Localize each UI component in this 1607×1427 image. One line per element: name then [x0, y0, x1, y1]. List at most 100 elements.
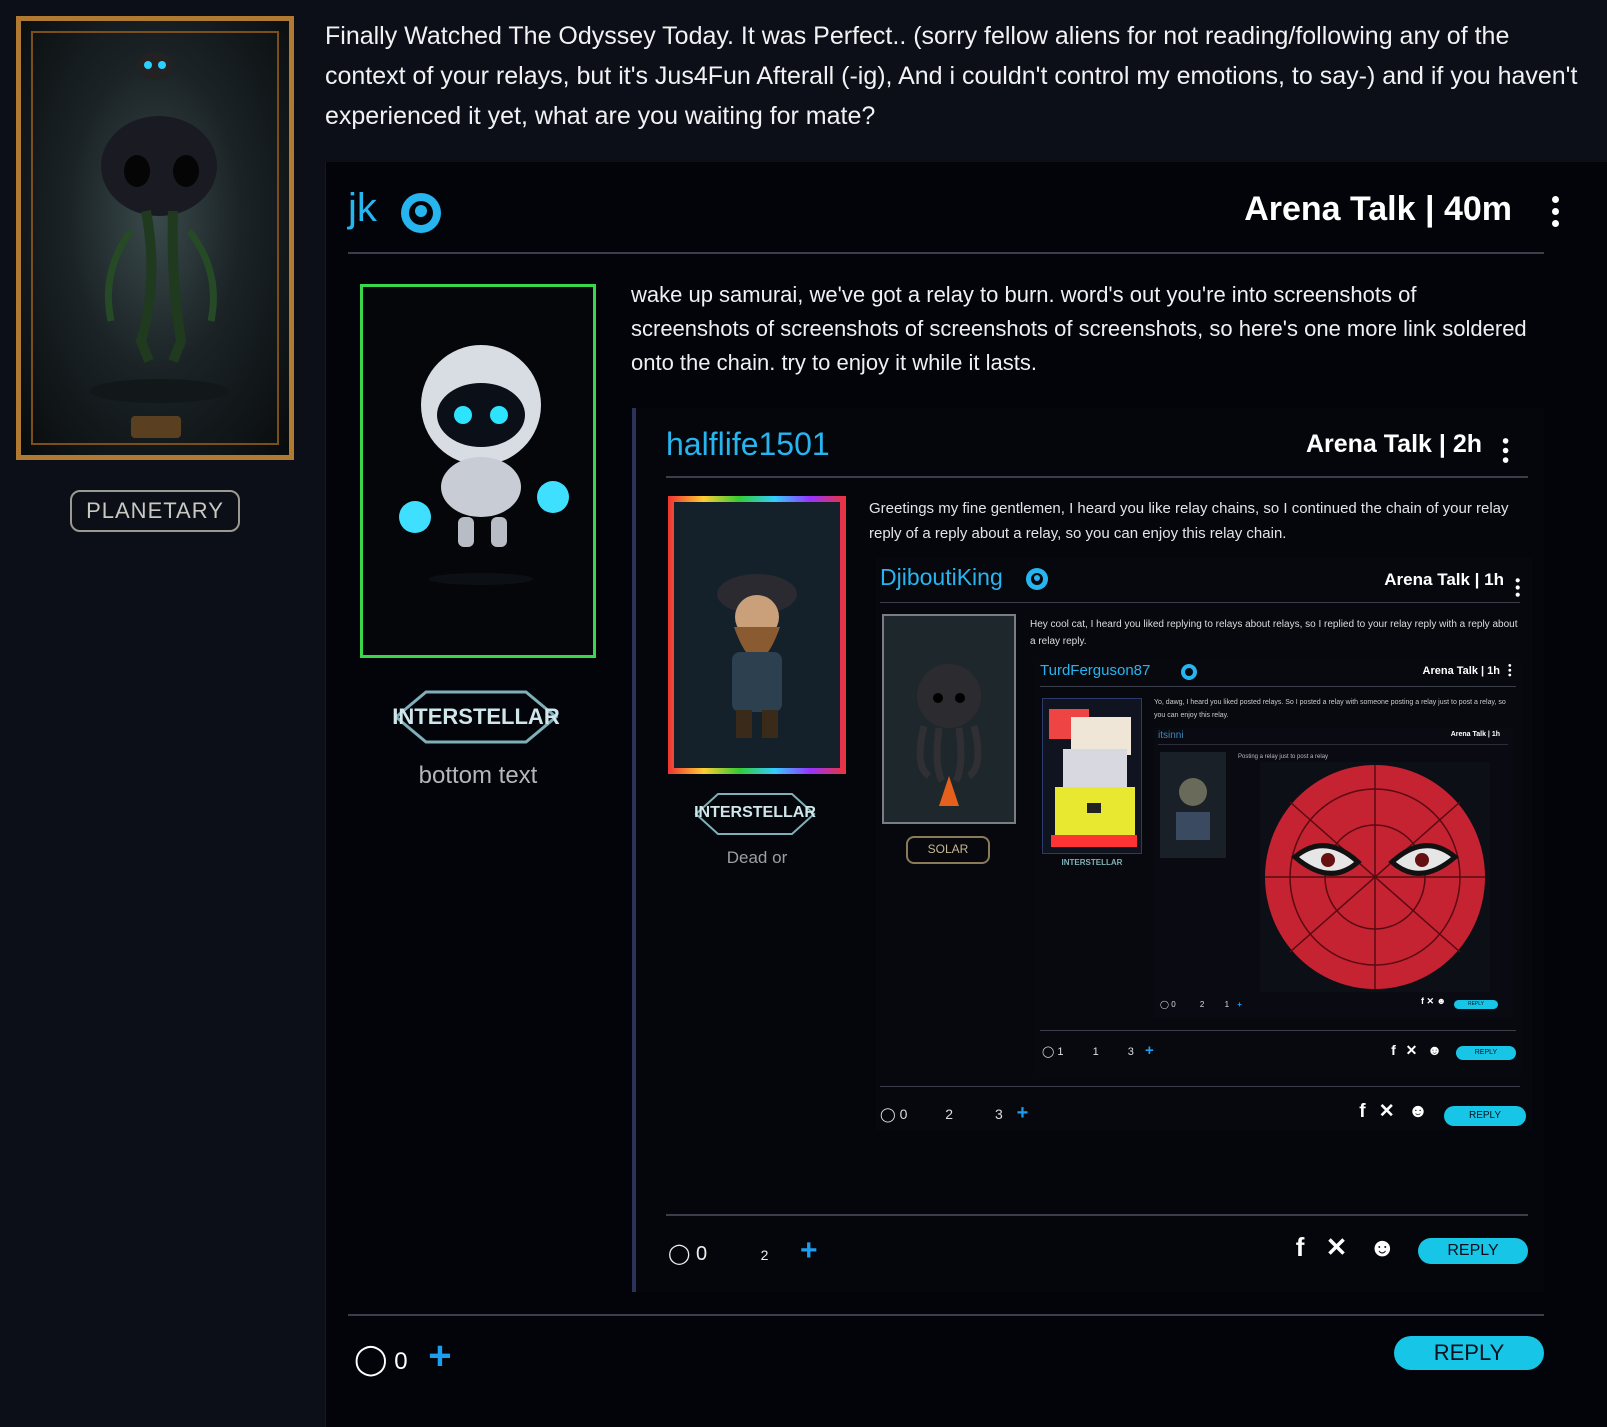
meta-separator: |: [1424, 190, 1444, 228]
relay-avatar[interactable]: [1160, 752, 1226, 858]
x-icon[interactable]: ✕: [1406, 1042, 1418, 1058]
relay-time: 2h: [1452, 430, 1482, 458]
alien-octopus-image: [916, 664, 982, 806]
arena-label[interactable]: Arena Talk: [1423, 665, 1478, 677]
reply-button[interactable]: REPLY: [1454, 1000, 1498, 1009]
pirate-dwarf-image: [674, 502, 840, 768]
more-options-icon[interactable]: [1502, 438, 1509, 471]
add-reaction-icon[interactable]: +: [1017, 1102, 1029, 1124]
divider: [1040, 686, 1516, 687]
comment-count: 0: [394, 1348, 408, 1375]
reply-button[interactable]: REPLY: [1444, 1106, 1526, 1126]
reddit-icon[interactable]: ☻: [1427, 1042, 1442, 1058]
relay-body-text: Hey cool cat, I heard you liked replying…: [1030, 619, 1518, 647]
dwarf-monitor-image: [1176, 778, 1210, 840]
verified-badge-icon: [1026, 568, 1048, 590]
comment-icon[interactable]: ◯: [668, 1243, 690, 1265]
reddit-icon[interactable]: ☻: [1408, 1101, 1428, 1122]
comment-icon[interactable]: ◯: [880, 1106, 896, 1122]
post-body-text: Finally Watched The Odyssey Today. It wa…: [325, 22, 1578, 130]
relay-card-nested: TurdFerguson87 Arena Talk | 1h INTERSTEL…: [1034, 658, 1522, 1078]
relay-username[interactable]: halflife1501: [666, 426, 830, 463]
action-bar: ◯ 0 2 +: [668, 1234, 818, 1268]
reddit-icon[interactable]: ☻: [1437, 996, 1446, 1006]
divider: [880, 602, 1520, 603]
relay-body-text: Greetings my fine gentlemen, I heard you…: [869, 500, 1509, 542]
comment-icon[interactable]: ◯: [1042, 1046, 1054, 1058]
arena-label[interactable]: Arena Talk: [1384, 570, 1470, 589]
avatar-caption: bottom text: [418, 762, 538, 789]
x-icon[interactable]: ✕: [1426, 996, 1434, 1006]
share-icons: f ✕ ☻: [1391, 1042, 1442, 1059]
facebook-icon[interactable]: f: [1421, 996, 1424, 1006]
action-bar: ◯ 1 1 3 +: [1042, 1042, 1154, 1059]
share-icons: f ✕ ☻: [1296, 1232, 1396, 1263]
add-reaction-icon[interactable]: +: [1237, 1000, 1242, 1009]
reaction-count: 1: [1224, 1000, 1230, 1009]
reply-button[interactable]: REPLY: [1456, 1046, 1516, 1060]
robot-figure-image: [399, 345, 569, 585]
planetary-badge: PLANETARY: [70, 490, 240, 532]
reaction-count: 2: [760, 1247, 769, 1263]
relay-card-nested: DjiboutiKing Arena Talk | 1h SOLAR Hey c…: [876, 558, 1532, 1130]
divider: [666, 1214, 1528, 1216]
add-reaction-icon[interactable]: +: [1145, 1042, 1154, 1059]
reddit-icon[interactable]: ☻: [1369, 1232, 1396, 1262]
spiderman-mask-image[interactable]: [1260, 762, 1490, 992]
facebook-icon[interactable]: f: [1391, 1042, 1396, 1058]
relay-username[interactable]: itsinni: [1158, 730, 1184, 741]
divider: [348, 252, 1544, 254]
arena-label[interactable]: Arena Talk: [1244, 190, 1415, 228]
add-reaction-icon[interactable]: +: [800, 1234, 818, 1267]
comment-icon[interactable]: ◯: [354, 1343, 388, 1376]
relay-meta: Arena Talk | 1h: [1384, 570, 1504, 589]
comment-icon[interactable]: ◯: [1160, 1000, 1169, 1009]
more-options-icon[interactable]: [1552, 196, 1560, 237]
relay-card-nested: itsinni Arena Talk | 1h Posting a relay …: [1154, 728, 1514, 1018]
relay-avatar[interactable]: [360, 284, 596, 658]
verified-badge-icon: [401, 193, 441, 233]
more-options-icon[interactable]: [1508, 664, 1512, 680]
divider: [348, 1314, 1544, 1316]
reply-button[interactable]: REPLY: [1394, 1336, 1544, 1370]
relay-avatar[interactable]: [1042, 698, 1142, 854]
divider: [666, 476, 1528, 478]
relay-meta: Arena Talk | 40m: [1244, 190, 1512, 229]
avatar-caption: Dead or: [726, 848, 788, 867]
comment-count: 0: [1171, 1000, 1176, 1009]
add-reaction-icon[interactable]: +: [428, 1334, 451, 1378]
relay-avatar[interactable]: [668, 496, 846, 774]
interstellar-badge: INTERSTELLAR: [690, 788, 820, 840]
share-icons: f ✕ ☻: [1421, 996, 1446, 1007]
relay-avatar[interactable]: [882, 614, 1016, 824]
action-bar: ◯ 0 +: [354, 1334, 452, 1379]
relay-body-text: Posting a relay just to post a relay: [1238, 754, 1329, 760]
share-icons: f ✕ ☻: [1359, 1100, 1428, 1123]
facebook-icon[interactable]: f: [1359, 1101, 1365, 1122]
arena-label[interactable]: Arena Talk: [1451, 731, 1486, 738]
relay-username[interactable]: jk: [348, 186, 377, 231]
relay-meta: Arena Talk | 1h: [1450, 731, 1500, 738]
relay-username[interactable]: DjiboutiKing: [880, 564, 1003, 591]
interstellar-badge: INTERSTELLAR: [1061, 858, 1123, 867]
x-icon[interactable]: ✕: [1379, 1101, 1395, 1122]
alien-figure-image: [89, 52, 229, 438]
relay-time: 1h: [1491, 731, 1500, 738]
divider: [1040, 1030, 1516, 1031]
relay-username[interactable]: TurdFerguson87: [1040, 662, 1150, 679]
facebook-icon[interactable]: f: [1296, 1232, 1305, 1262]
author-avatar[interactable]: [16, 16, 294, 460]
action-bar: ◯ 0 2 1 +: [1160, 1000, 1242, 1009]
reaction-count: 2: [945, 1106, 954, 1122]
comment-count: 0: [899, 1106, 908, 1122]
reaction-count: 1: [1092, 1046, 1099, 1058]
comment-count: 1: [1057, 1046, 1064, 1058]
screenshot-collage-image: [1049, 709, 1137, 847]
arena-label[interactable]: Arena Talk: [1306, 430, 1432, 458]
verified-badge-icon: [1181, 664, 1197, 680]
divider: [880, 1086, 1520, 1087]
x-icon[interactable]: ✕: [1326, 1232, 1348, 1262]
reply-button[interactable]: REPLY: [1418, 1238, 1528, 1264]
more-options-icon[interactable]: [1515, 578, 1521, 603]
divider: [1158, 744, 1508, 745]
